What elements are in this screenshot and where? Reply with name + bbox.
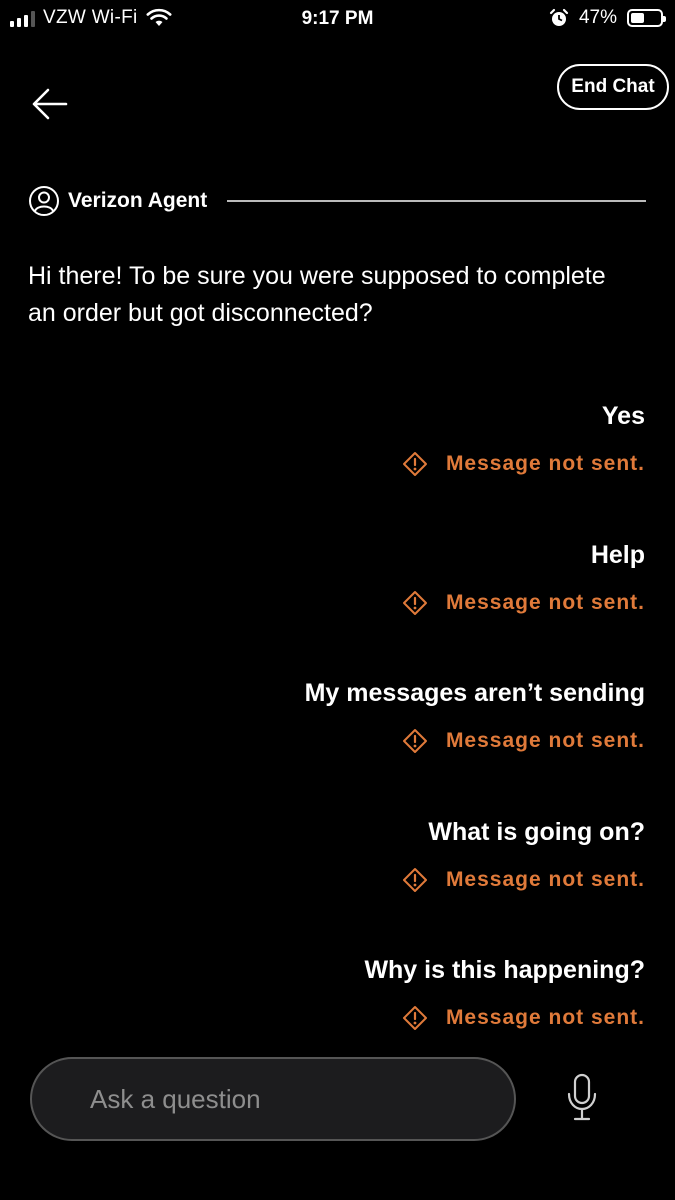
user-message: Why is this happening? Message not sent. bbox=[364, 956, 645, 1031]
user-message: What is going on? Message not sent. bbox=[402, 818, 645, 893]
microphone-icon bbox=[567, 1073, 597, 1121]
not-sent-label: Message not sent. bbox=[445, 452, 645, 475]
message-status[interactable]: Message not sent. bbox=[402, 451, 645, 477]
battery-percent: 47% bbox=[578, 7, 617, 28]
message-text: What is going on? bbox=[428, 818, 645, 846]
message-status[interactable]: Message not sent. bbox=[402, 867, 645, 893]
user-message: Yes Message not sent. bbox=[402, 402, 645, 477]
message-status[interactable]: Message not sent. bbox=[305, 728, 645, 754]
warning-icon bbox=[402, 1006, 427, 1030]
agent-name: Verizon Agent bbox=[68, 189, 208, 212]
divider bbox=[227, 200, 646, 202]
warning-icon bbox=[402, 452, 427, 476]
alarm-icon bbox=[549, 8, 569, 26]
not-sent-label: Message not sent. bbox=[445, 729, 645, 752]
agent-message: Hi there! To be sure you were supposed t… bbox=[28, 262, 606, 327]
message-status[interactable]: Message not sent. bbox=[402, 590, 645, 616]
warning-icon bbox=[402, 729, 427, 753]
message-text: Help bbox=[590, 541, 645, 569]
battery-fill bbox=[631, 13, 644, 23]
user-message: Help Message not sent. bbox=[402, 541, 645, 616]
back-arrow-icon bbox=[32, 88, 68, 120]
end-chat-button[interactable]: End Chat bbox=[557, 64, 669, 110]
not-sent-label: Message not sent. bbox=[445, 1006, 645, 1029]
status-bar: VZW Wi-Fi 9:17 PM 47% bbox=[0, 0, 675, 40]
battery-icon bbox=[627, 9, 666, 27]
not-sent-label: Message not sent. bbox=[445, 591, 645, 614]
message-text: Why is this happening? bbox=[364, 956, 645, 984]
user-message: My messages aren’t sending Message not s… bbox=[305, 679, 645, 754]
question-input[interactable] bbox=[88, 1082, 492, 1116]
message-text: My messages aren’t sending bbox=[304, 679, 645, 707]
composer bbox=[30, 1057, 516, 1141]
not-sent-label: Message not sent. bbox=[445, 868, 645, 891]
warning-icon bbox=[402, 868, 427, 892]
agent-header: Verizon Agent bbox=[28, 183, 646, 219]
user-circle-icon bbox=[29, 186, 59, 216]
back-button[interactable] bbox=[28, 84, 72, 124]
warning-icon bbox=[402, 591, 427, 615]
message-text: Yes bbox=[601, 402, 645, 430]
message-status[interactable]: Message not sent. bbox=[364, 1005, 645, 1031]
microphone-button[interactable] bbox=[562, 1072, 602, 1124]
status-right: 47% bbox=[549, 7, 666, 29]
